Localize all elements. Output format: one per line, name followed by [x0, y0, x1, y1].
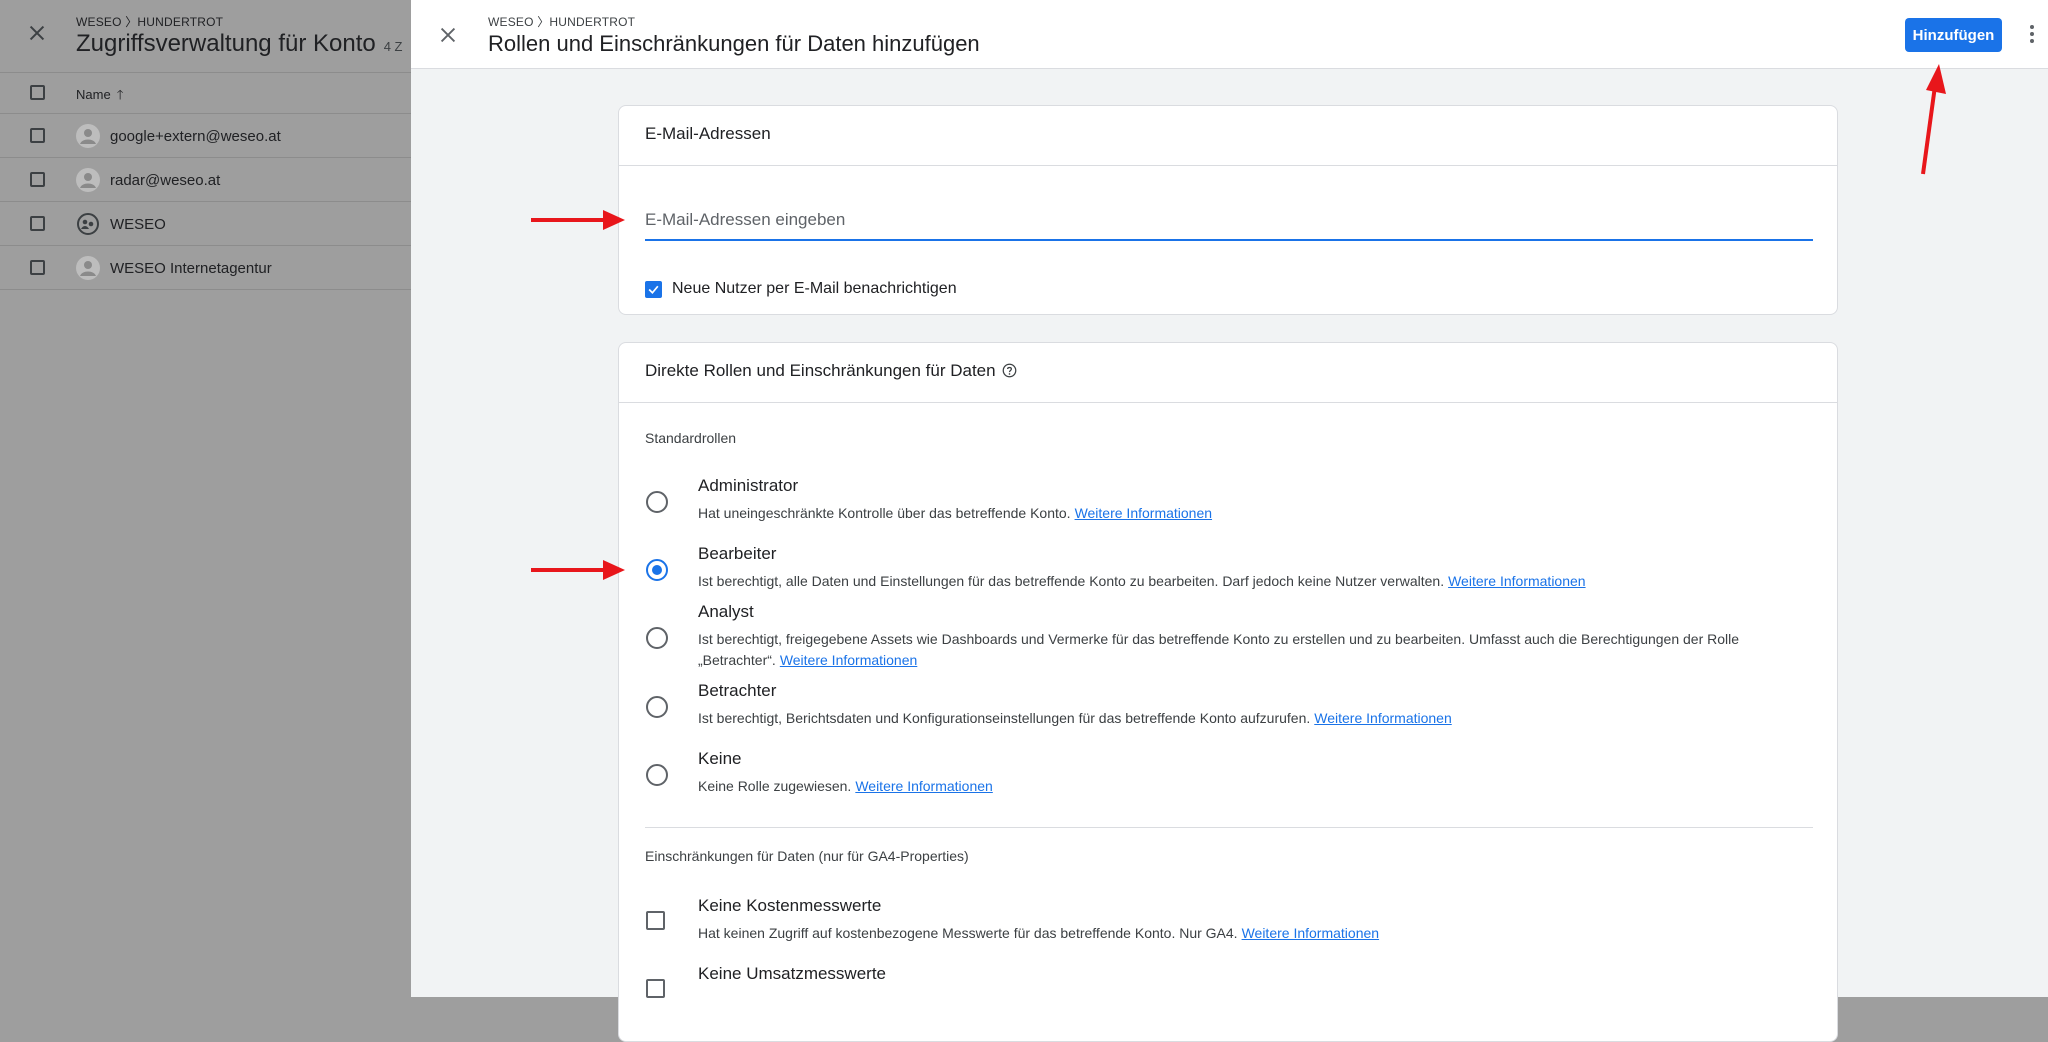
role-desc-administrator: Hat uneingeschränkte Kontrolle über das …: [698, 503, 1828, 524]
row-label: google+extern@weseo.at: [110, 128, 281, 145]
checkbox-checked-icon[interactable]: [645, 280, 662, 298]
table-row[interactable]: WESEO: [0, 202, 411, 246]
table-row[interactable]: WESEO Internetagentur: [0, 246, 411, 290]
learn-more-link[interactable]: Weitere Informationen: [855, 778, 992, 794]
add-button[interactable]: Hinzufügen: [1905, 18, 2002, 52]
roles-card-heading: Direkte Rollen und Einschränkungen für D…: [619, 343, 1837, 403]
checkbox-no-revenue-metrics[interactable]: [646, 979, 665, 998]
close-icon[interactable]: [437, 24, 459, 46]
role-desc-text: Keine Rolle zugewiesen.: [698, 778, 852, 794]
annotation-arrow-icon: [531, 210, 625, 230]
row-checkbox[interactable]: [30, 128, 45, 143]
annotation-arrow-icon: [1921, 64, 1946, 175]
avatar-icon: [76, 124, 100, 148]
table-header: Name 🡑: [0, 72, 411, 114]
radio-bearbeiter[interactable]: [646, 559, 668, 581]
role-desc-text: Ist berechtigt, Berichtsdaten und Konfig…: [698, 710, 1311, 726]
divider: [645, 827, 1813, 828]
avatar-icon: [76, 256, 100, 280]
row-label: WESEO: [110, 216, 166, 233]
restrictions-label: Einschränkungen für Daten (nur für GA4-P…: [645, 848, 969, 864]
role-desc-analyst: Ist berechtigt, freigegebene Assets wie …: [698, 629, 1828, 671]
restriction-title-cost: Keine Kostenmesswerte: [698, 896, 882, 915]
row-checkbox[interactable]: [30, 216, 45, 231]
role-desc-text: Hat uneingeschränkte Kontrolle über das …: [698, 505, 1071, 521]
role-title-keine: Keine: [698, 749, 742, 768]
restriction-desc-text: Hat keinen Zugriff auf kostenbezogene Me…: [698, 925, 1238, 941]
dialog-header: WESEO 〉HUNDERTROT Rollen und Einschränku…: [411, 0, 2048, 69]
background-page: WESEO 〉HUNDERTROT Zugriffsverwaltung für…: [0, 0, 411, 997]
background-page-title: Zugriffsverwaltung für Konto 4 Z: [76, 30, 403, 58]
background-breadcrumb: WESEO 〉HUNDERTROT: [76, 15, 224, 29]
standard-roles-label: Standardrollen: [645, 430, 737, 446]
row-checkbox[interactable]: [30, 260, 45, 275]
restriction-desc-cost: Hat keinen Zugriff auf kostenbezogene Me…: [698, 923, 1828, 944]
group-icon: [76, 212, 100, 236]
notify-checkbox[interactable]: Neue Nutzer per E-Mail benachrichtigen: [645, 278, 957, 300]
table-row[interactable]: radar@weseo.at: [0, 158, 411, 202]
background-header: WESEO 〉HUNDERTROT Zugriffsverwaltung für…: [0, 0, 411, 65]
dialog-title: Rollen und Einschränkungen für Daten hin…: [488, 31, 980, 56]
radio-analyst[interactable]: [646, 627, 668, 649]
role-desc-bearbeiter: Ist berechtigt, alle Daten und Einstellu…: [698, 571, 1828, 592]
role-title-bearbeiter: Bearbeiter: [698, 544, 777, 563]
row-label: radar@weseo.at: [110, 172, 221, 189]
role-title-analyst: Analyst: [698, 602, 754, 621]
role-title-administrator: Administrator: [698, 476, 799, 495]
roles-card: Direkte Rollen und Einschränkungen für D…: [618, 342, 1838, 1042]
add-roles-dialog: WESEO 〉HUNDERTROT Rollen und Einschränku…: [411, 0, 2048, 1042]
row-checkbox[interactable]: [30, 172, 45, 187]
column-name-header[interactable]: Name 🡑: [76, 86, 123, 108]
learn-more-link[interactable]: Weitere Informationen: [1448, 573, 1585, 589]
avatar-icon: [76, 168, 100, 192]
arrow-up-icon: 🡑: [116, 87, 124, 102]
role-desc-keine: Keine Rolle zugewiesen. Weitere Informati…: [698, 776, 1828, 797]
column-name-label: Name: [76, 87, 111, 102]
notify-label: Neue Nutzer per E-Mail benachrichtigen: [672, 280, 957, 297]
more-vert-icon[interactable]: [2022, 22, 2042, 50]
user-count: 4 Z: [383, 39, 403, 54]
roles-heading-text: Direkte Rollen und Einschränkungen für D…: [645, 361, 996, 380]
close-icon[interactable]: [26, 22, 48, 44]
role-title-betrachter: Betrachter: [698, 681, 777, 700]
email-card: E-Mail-Adressen Neue Nutzer per E-Mail b…: [618, 105, 1838, 315]
role-desc-betrachter: Ist berechtigt, Berichtsdaten und Konfig…: [698, 708, 1828, 729]
background-title-text: Zugriffsverwaltung für Konto: [76, 30, 376, 57]
annotation-arrow-icon: [531, 560, 625, 580]
learn-more-link[interactable]: Weitere Informationen: [1314, 710, 1451, 726]
table-row[interactable]: google+extern@weseo.at: [0, 114, 411, 158]
learn-more-link[interactable]: Weitere Informationen: [1075, 505, 1212, 521]
radio-administrator[interactable]: [646, 491, 668, 513]
radio-betrachter[interactable]: [646, 696, 668, 718]
learn-more-link[interactable]: Weitere Informationen: [780, 652, 917, 668]
dialog-breadcrumb: WESEO 〉HUNDERTROT: [488, 15, 636, 29]
restriction-title-revenue: Keine Umsatzmesswerte: [698, 964, 887, 983]
select-all-checkbox[interactable]: [30, 85, 45, 100]
email-input[interactable]: [645, 201, 1813, 241]
radio-keine[interactable]: [646, 764, 668, 786]
checkbox-no-cost-metrics[interactable]: [646, 911, 665, 930]
email-card-heading: E-Mail-Adressen: [619, 106, 1837, 166]
learn-more-link[interactable]: Weitere Informationen: [1242, 925, 1379, 941]
row-label: WESEO Internetagentur: [110, 260, 272, 277]
help-icon[interactable]: [1002, 363, 1017, 378]
role-desc-text: Ist berechtigt, alle Daten und Einstellu…: [698, 573, 1445, 589]
